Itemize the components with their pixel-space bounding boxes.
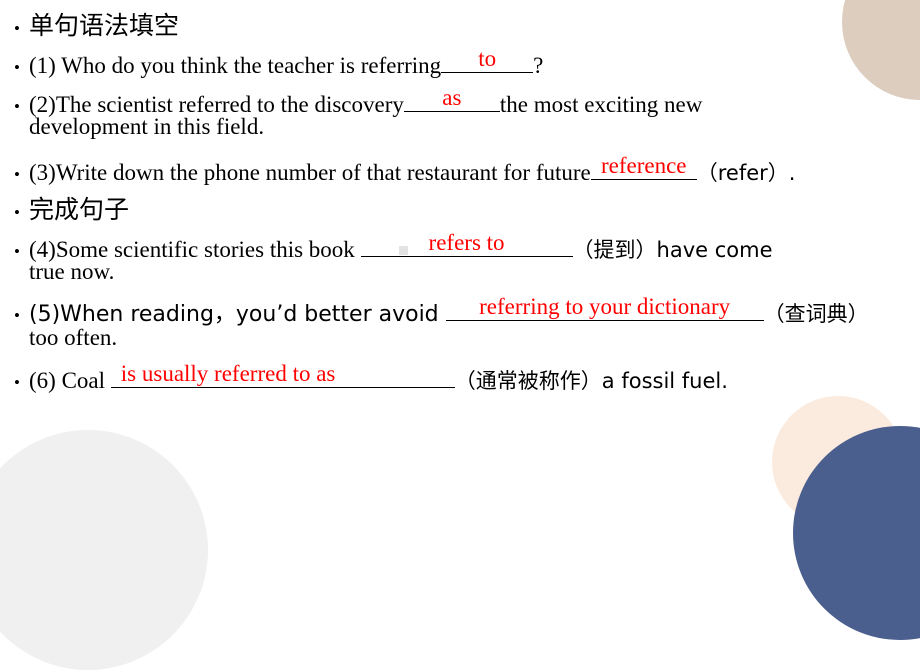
bullet-icon: • — [14, 202, 20, 222]
question-4-answer: refers to — [428, 229, 505, 255]
bullet-icon: • — [14, 58, 20, 78]
question-3-number: (3) — [29, 160, 56, 186]
question-6-number: (6) — [29, 368, 56, 394]
question-2-blank[interactable]: as — [403, 84, 500, 113]
question-4-line-2: true now. — [29, 259, 115, 284]
question-3-text-before: Write down the phone number of that rest… — [55, 160, 591, 186]
section-heading-2-label: 完成句子 — [29, 195, 130, 224]
question-1-text-before: Who do you think the teacher is referrin… — [55, 53, 442, 79]
question-5-number: (5) — [29, 302, 61, 328]
bullet-icon: • — [14, 97, 20, 117]
question-5-text-before: When reading，you’d better avoid — [60, 302, 446, 328]
question-2-text-after: the most exciting new — [499, 92, 703, 118]
question-1: • (1) Who do you think the teacher is ref… — [14, 45, 544, 79]
bullet-icon: • — [14, 373, 20, 393]
question-6-text-after: （通常被称作）a fossil fuel. — [454, 369, 728, 394]
section-heading-1: • 单句语法填空 — [14, 6, 179, 42]
slide-content: • 单句语法填空 • (1) Who do you think the teache… — [0, 0, 920, 518]
question-6-blank[interactable]: is usually referred to as — [110, 360, 455, 389]
question-6-answer: is usually referred to as — [120, 360, 336, 386]
bullet-icon: • — [14, 306, 20, 326]
question-2-line-2: development in this field. — [29, 114, 265, 139]
question-5-blank[interactable]: referring to your dictionary — [445, 293, 764, 322]
section-heading-1-label: 单句语法填空 — [29, 11, 180, 40]
question-1-number: (1) — [29, 53, 56, 79]
question-4-blank[interactable]: refers to — [360, 229, 573, 258]
question-4: • (4)Some scientific stories this book re… — [14, 229, 773, 264]
question-3-text-after: （refer）. — [696, 161, 796, 186]
question-6-text-before: Coal — [55, 368, 111, 394]
bullet-icon: • — [14, 165, 20, 185]
question-2-answer: as — [442, 84, 462, 110]
question-5-line-2: too often. — [29, 325, 118, 350]
bullet-icon: • — [14, 242, 20, 262]
question-1-text-after: ? — [533, 53, 544, 79]
question-5: • (5)When reading，you’d better avoid refe… — [14, 293, 869, 328]
question-6: • (6) Coal is usually referred to as （通常被称… — [14, 360, 728, 395]
question-1-blank[interactable]: to — [441, 45, 534, 74]
section-heading-2: • 完成句子 — [14, 190, 129, 226]
question-3-answer: reference — [600, 152, 687, 178]
question-5-answer: referring to your dictionary — [479, 293, 731, 319]
question-1-answer: to — [478, 45, 497, 71]
bullet-icon: • — [14, 18, 20, 38]
question-5-text-after: （查词典） — [763, 302, 869, 327]
question-3-blank[interactable]: reference — [590, 152, 697, 181]
question-4-text-after: （提到）have come — [572, 238, 773, 263]
cursor-artifact — [398, 246, 408, 256]
question-3: • (3)Write down the phone number of that … — [14, 152, 796, 187]
